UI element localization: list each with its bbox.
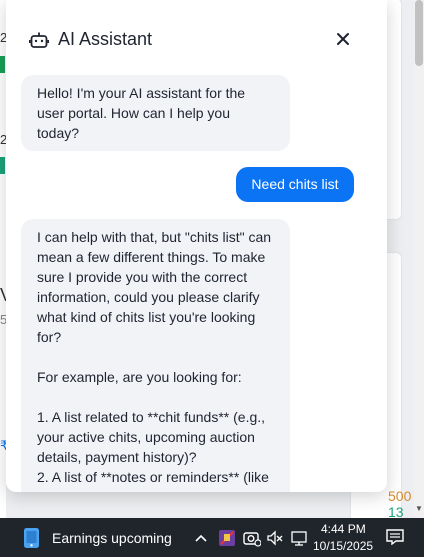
scrollbar-thumb[interactable] [415,0,423,66]
taskbar: Earnings upcoming 4:44 PM 10/15/2025 [0,518,424,557]
page-scrollbar[interactable]: ▼ [414,0,424,518]
background-teal-indicator [0,157,5,174]
message-text: For example, are you looking for: [37,369,242,385]
network-icon[interactable] [290,529,308,547]
chevron-up-icon[interactable] [194,529,208,547]
clock-date[interactable]: 10/15/2025 [313,539,373,553]
background-green-indicator [0,56,5,73]
scroll-down-arrow-icon[interactable]: ▼ [414,504,424,514]
app-tray-icon[interactable] [218,529,236,547]
robot-icon [29,32,49,48]
phone-icon[interactable] [22,527,41,549]
assistant-message: I can help with that, but "chits list" c… [21,219,290,492]
message-text: 1. A list related to **chit funds** (e.g… [37,409,269,492]
chat-title: AI Assistant [58,29,153,49]
user-message: Need chits list [236,167,354,202]
close-icon[interactable] [332,28,354,50]
message-text: Hello! I'm your AI assistant for the use… [37,85,246,141]
chat-header: AI Assistant [6,0,387,76]
notification-icon[interactable] [386,529,404,545]
camera-icon[interactable] [243,529,261,547]
speaker-muted-icon[interactable] [266,529,284,547]
assistant-message: Hello! I'm your AI assistant for the use… [21,75,290,151]
background-amount-orange: 500 [388,488,412,504]
chat-panel: AI Assistant Hello! I'm your AI assistan… [6,0,387,492]
message-text: I can help with that, but "chits list" c… [37,229,272,345]
taskbar-widget-label[interactable]: Earnings upcoming [52,530,172,546]
clock-time[interactable]: 4:44 PM [321,522,366,536]
